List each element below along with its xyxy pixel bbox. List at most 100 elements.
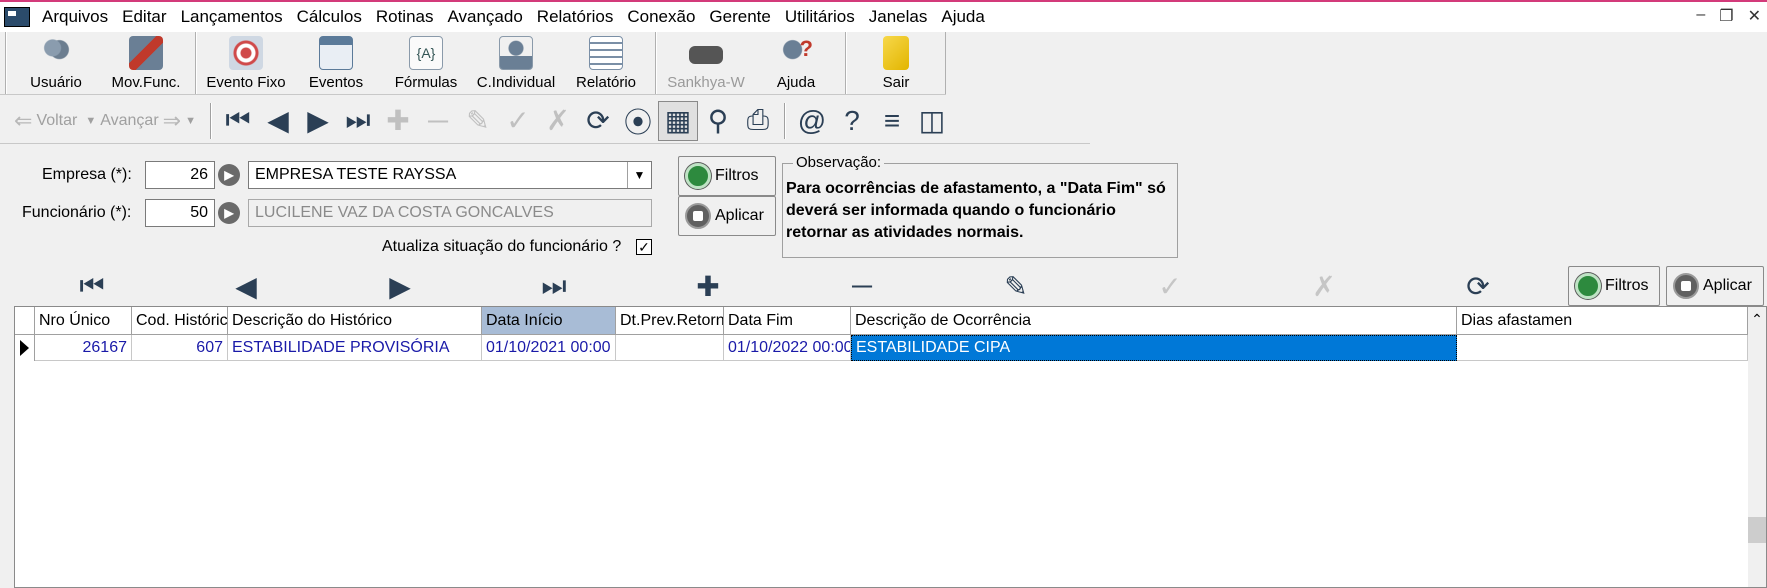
help-icon[interactable]: ? (832, 101, 872, 141)
grid-filtros-button[interactable]: Filtros (1568, 266, 1660, 306)
last-record-icon[interactable]: ⏭ (534, 270, 574, 302)
funcionario-name-field: LUCILENE VAZ DA COSTA GONCALVES (248, 199, 652, 227)
menu-conexao[interactable]: Conexão (623, 7, 705, 27)
refresh-icon[interactable]: ⟳ (578, 101, 618, 141)
col-dt-prev-retorno[interactable]: Dt.Prev.Retorno (616, 307, 724, 335)
vertical-scrollbar[interactable]: ⌃ (1748, 307, 1766, 587)
table-cell[interactable] (616, 335, 724, 361)
previous-record-icon[interactable]: ◀ (258, 101, 298, 141)
add-icon[interactable]: ✚ (378, 101, 418, 141)
edit-icon[interactable]: ✎ (458, 101, 498, 141)
search-icon[interactable]: ⚲ (698, 101, 738, 141)
col-nro-unico[interactable]: Nro Único (35, 307, 132, 335)
navigation-toolbar: ⇐ Voltar ▼ Avançar ⇒ ▼ ⏮ ◀ ▶ ⏭ ✚ ─ ✎ ✓ ✗… (0, 98, 1090, 144)
add-icon[interactable]: ✚ (688, 270, 728, 302)
voltar-button[interactable]: ⇐ Voltar (14, 108, 77, 134)
print-icon[interactable]: ⎙ (738, 101, 778, 141)
grid-aplicar-button[interactable]: Aplicar (1666, 266, 1764, 306)
menu-gerente[interactable]: Gerente (705, 7, 780, 27)
back-arrow-icon: ⇐ (14, 107, 33, 133)
avancar-button[interactable]: ▼ Avançar ⇒ ▼ (85, 108, 196, 134)
chevron-down-icon[interactable]: ▼ (627, 162, 651, 188)
lookup-icon[interactable]: ▶ (218, 164, 240, 186)
history-grid: Nro Único Cod. Histórico Descrição do Hi… (14, 306, 1767, 588)
first-record-icon[interactable]: ⏮ (72, 270, 112, 302)
menu-arquivos[interactable]: Arquivos (38, 7, 118, 27)
col-cod-historico[interactable]: Cod. Histórico (132, 307, 228, 335)
table-cell[interactable] (1457, 335, 1748, 361)
filtros-button[interactable]: Filtros (678, 156, 776, 196)
col-descricao-ocorrencia[interactable]: Descrição de Ocorrência (851, 307, 1457, 335)
menu-relatorios[interactable]: Relatórios (533, 7, 624, 27)
next-record-icon[interactable]: ▶ (380, 270, 420, 302)
edit-icon[interactable]: ✎ (996, 270, 1036, 302)
apply-icon (1673, 273, 1699, 299)
table-cell[interactable]: 607 (132, 335, 228, 361)
eventos-button[interactable]: Eventos (291, 32, 381, 95)
menu-editar[interactable]: Editar (118, 7, 176, 27)
col-descricao-historico[interactable]: Descrição do Histórico (228, 307, 482, 335)
refresh-icon[interactable]: ⟳ (1458, 270, 1498, 302)
col-data-inicio[interactable]: Data Início (482, 307, 616, 335)
table-cell[interactable]: ESTABILIDADE CIPA (851, 335, 1457, 361)
c-individual-button[interactable]: C.Individual (471, 32, 561, 95)
confirm-icon[interactable]: ✓ (1150, 270, 1190, 302)
sair-button[interactable]: Sair (851, 32, 941, 95)
email-icon[interactable]: @ (792, 101, 832, 141)
menu-rotinas[interactable]: Rotinas (372, 7, 444, 27)
formulas-button[interactable]: {A} Fórmulas (381, 32, 471, 95)
forward-arrow-icon: ⇒ (162, 107, 182, 133)
stop-icon[interactable]: ⦿ (618, 101, 658, 141)
filter-status-icon (1575, 273, 1601, 299)
person-card-icon (499, 36, 533, 70)
table-cell[interactable]: ESTABILIDADE PROVISÓRIA (228, 335, 482, 361)
menu-ajuda[interactable]: Ajuda (937, 7, 994, 27)
table-cell[interactable]: 01/10/2021 00:00 (482, 335, 616, 361)
menu-janelas[interactable]: Janelas (865, 7, 938, 27)
dropdown-icon: ▼ (185, 114, 196, 127)
filter-list-icon[interactable]: ≡ (872, 101, 912, 141)
observacao-text: Para ocorrências de afastamento, a "Data… (786, 180, 1166, 241)
empresa-code-input[interactable]: 26 (145, 161, 215, 189)
last-record-icon[interactable]: ⏭ (338, 101, 378, 141)
first-record-icon[interactable]: ⏮ (218, 101, 258, 141)
evento-fixo-button[interactable]: Evento Fixo (201, 32, 291, 95)
usuario-button[interactable]: Usuário (11, 32, 101, 95)
remove-icon[interactable]: ─ (418, 101, 458, 141)
row-indicator-icon (15, 335, 35, 361)
lookup-icon[interactable]: ▶ (218, 202, 240, 224)
relatorio-button[interactable]: Relatório (561, 32, 651, 95)
remove-icon[interactable]: ─ (842, 270, 882, 302)
funcionario-code-input[interactable]: 50 (145, 199, 215, 227)
aplicar-button[interactable]: Aplicar (678, 196, 776, 236)
menu-lancamentos[interactable]: Lançamentos (177, 7, 293, 27)
next-record-icon[interactable]: ▶ (298, 101, 338, 141)
col-data-fim[interactable]: Data Fim (724, 307, 851, 335)
ajuda-button[interactable]: ? Ajuda (751, 32, 841, 95)
export-excel-icon[interactable]: ◫ (912, 101, 952, 141)
table-cell[interactable]: 01/10/2022 00:00 (724, 335, 851, 361)
confirm-icon[interactable]: ✓ (498, 101, 538, 141)
col-dias-afastamento[interactable]: Dias afastamen (1457, 307, 1748, 335)
close-icon[interactable]: ✕ (1748, 6, 1761, 26)
chevron-up-icon[interactable]: ⌃ (1748, 311, 1766, 328)
menu-avancado[interactable]: Avançado (443, 7, 532, 27)
grid-view-icon[interactable]: ▦ (657, 100, 698, 141)
table-cell[interactable]: 26167 (35, 335, 132, 361)
app-icon[interactable] (4, 7, 30, 27)
empresa-name-select[interactable]: EMPRESA TESTE RAYSSA (248, 161, 652, 189)
restore-icon[interactable]: ❐ (1719, 6, 1733, 26)
atualiza-checkbox[interactable]: ✓ (636, 239, 652, 255)
mov-func-button[interactable]: Mov.Func. (101, 32, 191, 95)
menu-bar: Arquivos Editar Lançamentos Cálculos Rot… (0, 0, 1767, 32)
previous-record-icon[interactable]: ◀ (226, 270, 266, 302)
dropdown-icon: ▼ (85, 114, 97, 127)
minimize-icon[interactable]: – (1696, 6, 1705, 26)
menu-calculos[interactable]: Cálculos (293, 7, 372, 27)
report-icon (589, 36, 623, 70)
cancel-icon[interactable]: ✗ (538, 101, 578, 141)
scroll-thumb[interactable] (1748, 517, 1766, 543)
cancel-icon[interactable]: ✗ (1304, 270, 1344, 302)
sankhya-w-button[interactable]: Sankhya-W (661, 32, 751, 95)
menu-utilitarios[interactable]: Utilitários (781, 7, 865, 27)
